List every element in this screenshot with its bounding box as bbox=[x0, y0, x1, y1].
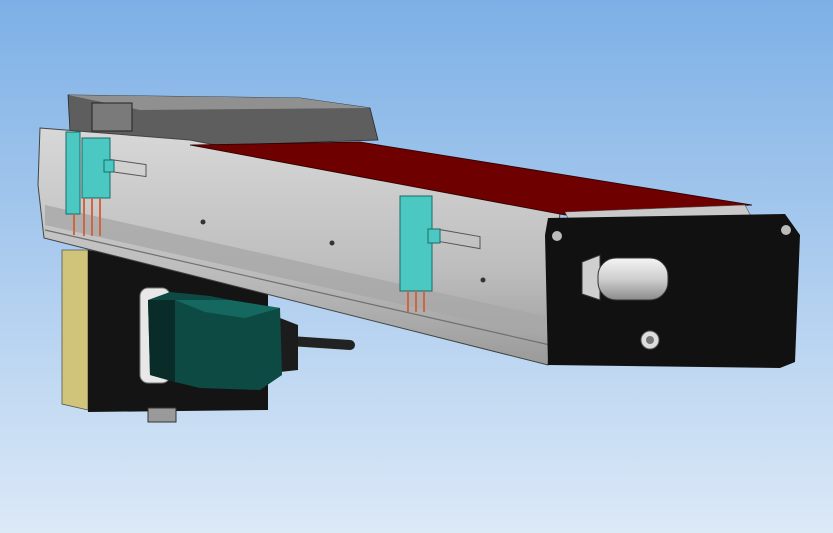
end-plate bbox=[545, 214, 800, 368]
cad-viewport[interactable] bbox=[0, 0, 833, 533]
